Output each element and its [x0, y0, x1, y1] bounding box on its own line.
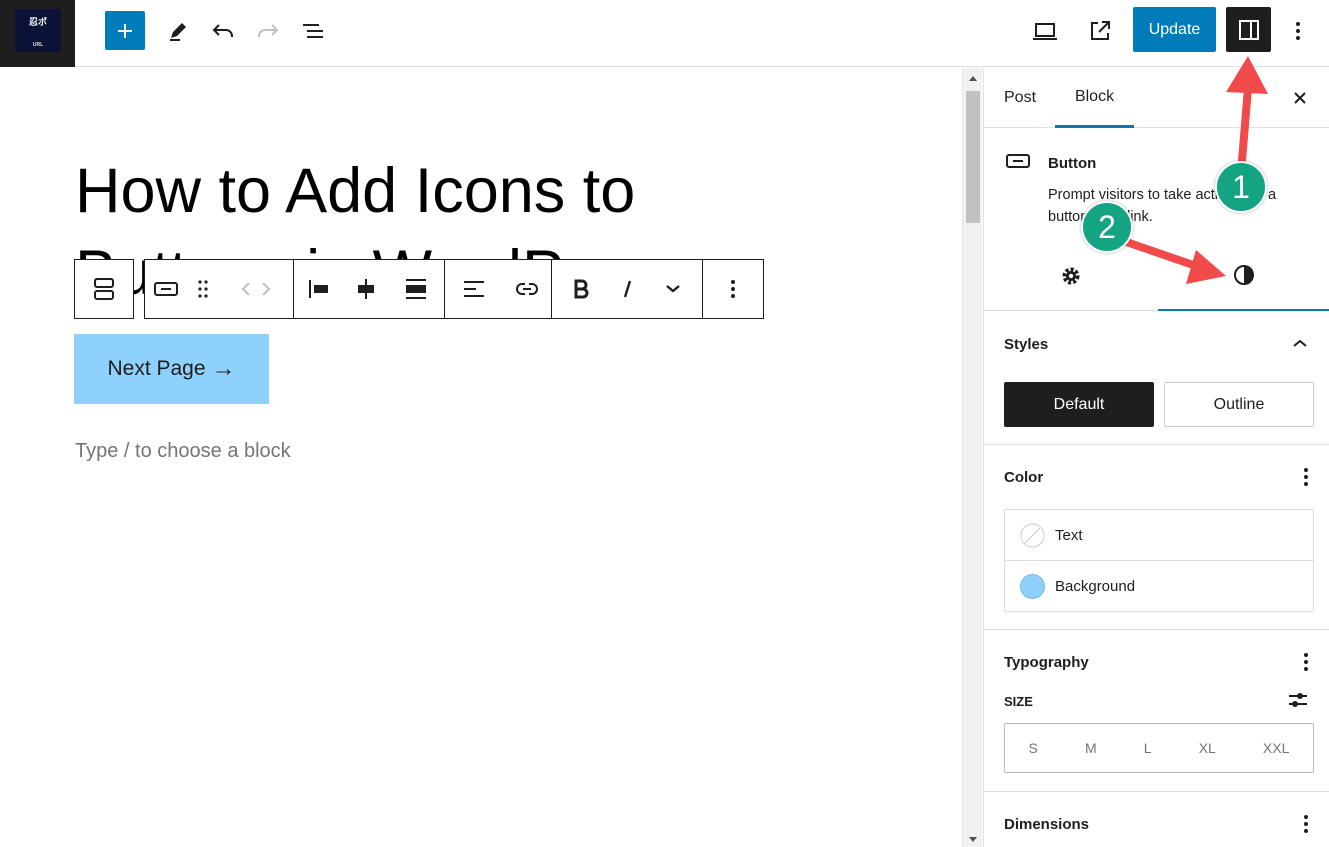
annotation-arrowhead-2: [1186, 250, 1226, 284]
annotation-arrowhead-1: [1226, 56, 1268, 94]
annotation-badge-2: 2: [1081, 201, 1133, 253]
annotation-arrows: [1110, 56, 1268, 284]
annotation-badge-1: 1: [1215, 161, 1267, 213]
